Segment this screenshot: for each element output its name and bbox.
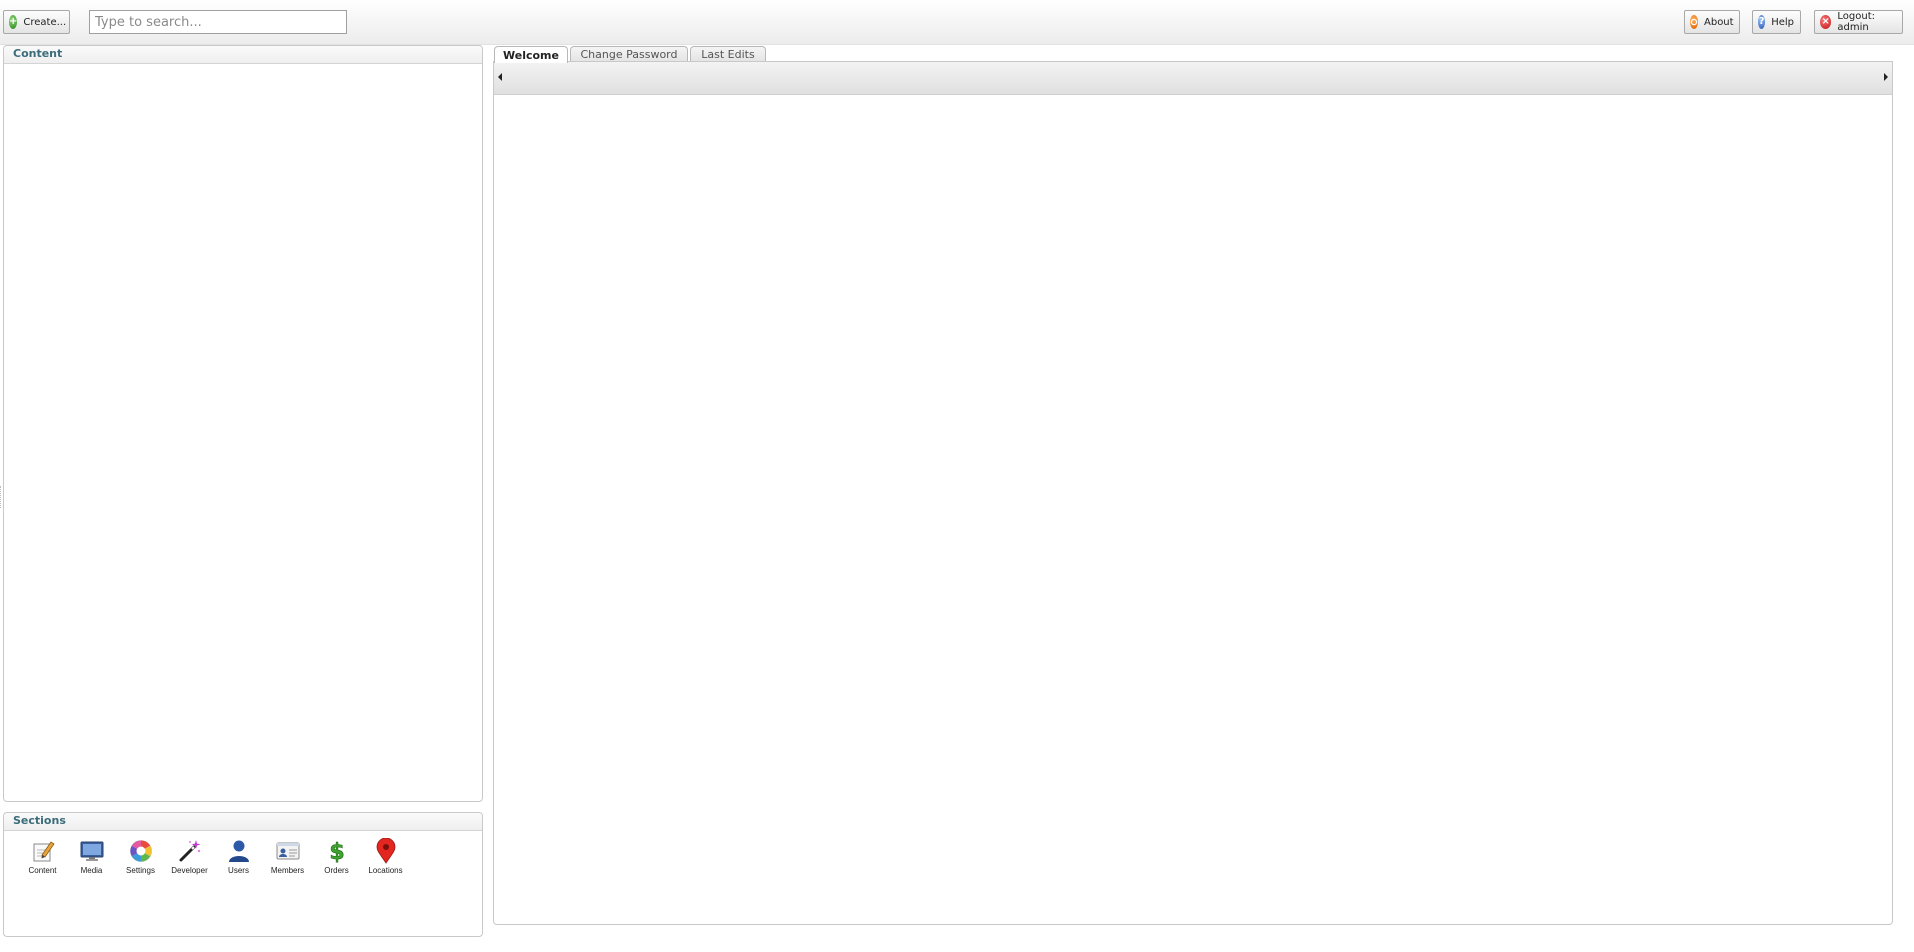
section-label: Users (228, 866, 249, 875)
section-developer[interactable]: Developer (165, 838, 214, 875)
sections-panel: Sections Content Media Settings Develope… (3, 812, 483, 937)
plus-icon: + (9, 15, 18, 29)
sections-title: Sections (4, 813, 482, 831)
section-members[interactable]: Members (263, 838, 312, 875)
orders-dollar-icon: $ (324, 838, 350, 864)
about-button-label: About (1704, 16, 1734, 28)
search-input[interactable] (89, 10, 347, 34)
info-icon (1690, 15, 1698, 29)
section-users[interactable]: Users (214, 838, 263, 875)
scroll-right-arrow-icon[interactable] (1884, 73, 1888, 81)
section-label: Settings (126, 866, 155, 875)
content-tree-panel: Content (3, 45, 483, 802)
members-card-icon (275, 838, 301, 864)
section-label: Members (270, 866, 305, 875)
close-icon: × (1820, 15, 1832, 29)
content-pencil-icon (30, 838, 56, 864)
help-button-label: Help (1771, 16, 1794, 28)
create-button-label: Create... (23, 16, 67, 28)
logout-button[interactable]: × Logout: admin (1814, 10, 1903, 34)
top-toolbar: + Create... About ? Help × Logout: admin (0, 0, 1914, 45)
section-label: Locations (368, 866, 403, 875)
tab-last-edits[interactable]: Last Edits (690, 46, 766, 62)
media-monitor-icon (79, 838, 105, 864)
section-media[interactable]: Media (67, 838, 116, 875)
sections-list: Content Media Settings Developer Users M… (18, 838, 410, 875)
main-content-panel (493, 61, 1893, 925)
locations-pin-icon (373, 838, 399, 864)
section-label: Content (28, 866, 57, 875)
logout-button-label: Logout: admin (1837, 11, 1875, 33)
tab-scroll-bar (494, 62, 1892, 95)
content-tree-title: Content (4, 46, 482, 64)
svg-text:$: $ (329, 840, 344, 863)
section-settings[interactable]: Settings (116, 838, 165, 875)
section-locations[interactable]: Locations (361, 838, 410, 875)
help-button[interactable]: ? Help (1752, 10, 1801, 34)
create-button[interactable]: + Create... (3, 10, 70, 34)
tab-welcome[interactable]: Welcome (494, 46, 568, 63)
question-icon: ? (1758, 15, 1766, 29)
section-label: Media (80, 866, 103, 875)
scroll-left-arrow-icon[interactable] (498, 73, 502, 81)
settings-colorwheel-icon (128, 838, 154, 864)
users-person-icon (226, 838, 252, 864)
developer-wand-icon (177, 838, 203, 864)
section-label: Orders (324, 866, 349, 875)
section-content[interactable]: Content (18, 838, 67, 875)
section-orders[interactable]: $ Orders (312, 838, 361, 875)
tab-change-password[interactable]: Change Password (570, 46, 688, 62)
section-label: Developer (171, 866, 208, 875)
about-button[interactable]: About (1684, 10, 1740, 34)
